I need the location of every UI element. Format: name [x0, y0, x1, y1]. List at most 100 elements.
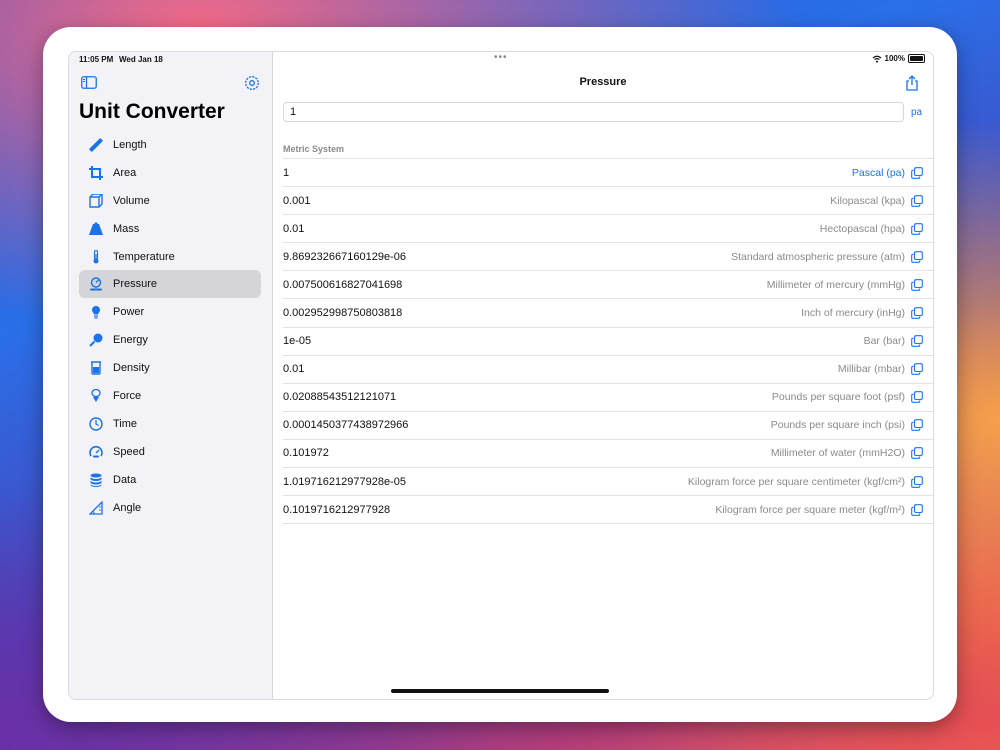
- unit-selector-button[interactable]: pa: [911, 107, 922, 118]
- copy-icon[interactable]: [911, 222, 923, 235]
- conversion-row[interactable]: 0.0001450377438972966 Pounds per square …: [283, 412, 933, 440]
- sidebar-item-force[interactable]: Force: [79, 382, 261, 410]
- conversion-row[interactable]: 0.02088543512121071 Pounds per square fo…: [283, 384, 933, 412]
- copy-icon[interactable]: [911, 335, 923, 347]
- conversion-row[interactable]: 1e-05 Bar (bar): [283, 328, 933, 356]
- conversion-row[interactable]: 0.01 Hectopascal (hpa): [283, 215, 933, 244]
- sidebar-item-speed[interactable]: Speed: [79, 438, 261, 466]
- sidebar-item-label: Data: [113, 473, 137, 486]
- conversion-value: 0.007500616827041698: [283, 278, 403, 291]
- sidebar-item-label: Length: [113, 138, 147, 151]
- conversion-unit: Kilogram force per square centimeter (kg…: [687, 475, 905, 488]
- conversion-unit: Inch of mercury (inHg): [801, 307, 905, 320]
- sidebar-item-label: Energy: [113, 334, 148, 347]
- conversion-unit: Millimeter of mercury (mmHg): [766, 278, 905, 291]
- sidebar-item-energy[interactable]: Energy: [79, 326, 261, 354]
- copy-icon[interactable]: [911, 475, 923, 488]
- conversion-value: 1: [283, 166, 290, 179]
- bolt-icon: [79, 333, 113, 347]
- copy-icon[interactable]: [911, 419, 923, 432]
- sidebar-item-label: Angle: [113, 501, 142, 514]
- conversion-value: 1.019716212977928e-05: [283, 475, 406, 488]
- copy-icon[interactable]: [911, 279, 923, 291]
- share-icon[interactable]: [905, 75, 919, 96]
- conversion-row[interactable]: 0.007500616827041698 Millimeter of mercu…: [283, 271, 933, 300]
- sidebar-item-label: Power: [113, 306, 145, 319]
- clock-icon: [79, 417, 113, 431]
- sidebar-item-label: Mass: [113, 222, 140, 235]
- conversion-row[interactable]: 9.869232667160129e-06 Standard atmospher…: [283, 243, 933, 272]
- sidebar-item-label: Temperature: [113, 250, 175, 263]
- conversion-row[interactable]: 1.019716212977928e-05 Kilogram force per…: [283, 468, 933, 497]
- gauge-icon: [79, 277, 113, 291]
- thermometer-icon: [79, 249, 113, 264]
- battery-icon: [908, 54, 925, 63]
- sidebar-item-length[interactable]: Length: [79, 131, 261, 159]
- conversion-row[interactable]: 1 Pascal (pa): [283, 159, 933, 188]
- detail-pane: Pressure pa Metric System 1 Pascal (pa): [273, 52, 933, 699]
- status-time: 11:05 PM: [79, 55, 114, 64]
- sidebar-item-angle[interactable]: Angle: [79, 494, 261, 522]
- copy-icon[interactable]: [911, 363, 923, 376]
- force-icon: [79, 388, 113, 403]
- sidebar-item-label: Pressure: [113, 278, 158, 291]
- multitasking-dots-icon[interactable]: •••: [494, 52, 508, 63]
- conversion-value: 0.01: [283, 363, 305, 376]
- status-date: Wed Jan 18: [119, 55, 163, 64]
- conversion-value: 0.1019716212977928: [283, 503, 391, 516]
- conversion-unit: Standard atmospheric pressure (atm): [731, 250, 905, 263]
- conversion-unit: Millibar (mbar): [837, 363, 905, 376]
- sidebar-item-power[interactable]: Power: [79, 298, 261, 326]
- sidebar-toggle-icon[interactable]: [81, 76, 97, 94]
- sidebar-item-label: Force: [113, 389, 142, 402]
- battery-percent: 100%: [884, 54, 905, 63]
- sidebar-item-volume[interactable]: Volume: [79, 187, 261, 215]
- copy-icon[interactable]: [911, 503, 923, 516]
- home-indicator[interactable]: [391, 689, 609, 693]
- sidebar-item-label: Density: [113, 362, 150, 375]
- conversion-row[interactable]: 0.101972 Millimeter of water (mmH2O): [283, 440, 933, 469]
- copy-icon[interactable]: [911, 391, 923, 404]
- status-right: 100%: [872, 54, 925, 63]
- ipad-screen: 11:05 PM Wed Jan 18 ••• 100% Unit Conver…: [68, 51, 934, 700]
- sidebar-item-data[interactable]: Data: [79, 466, 261, 494]
- copy-icon[interactable]: [911, 447, 923, 460]
- conversion-row[interactable]: 0.01 Millibar (mbar): [283, 356, 933, 384]
- conversion-unit: Pascal (pa): [851, 166, 905, 179]
- conversion-value: 0.001: [283, 194, 311, 207]
- sidebar-item-area[interactable]: Area: [79, 159, 261, 187]
- wifi-icon: [872, 55, 881, 63]
- sidebar-item-time[interactable]: Time: [79, 410, 261, 438]
- sidebar-item-density[interactable]: Density: [79, 354, 261, 382]
- angle-icon: [79, 500, 113, 515]
- status-bar: 11:05 PM Wed Jan 18 ••• 100%: [69, 52, 933, 66]
- conversion-unit: Millimeter of water (mmH2O): [770, 447, 905, 460]
- conversion-row[interactable]: 0.0029529987508038​18 Inch of mercury (i…: [283, 299, 933, 328]
- value-input[interactable]: [283, 102, 904, 122]
- beaker-icon: [79, 361, 113, 375]
- cube-icon: [79, 193, 113, 208]
- conversion-list: 1 Pascal (pa) 0.001 Kilopascal (kpa) 0.0…: [283, 158, 933, 525]
- app-title: Unit Converter: [79, 100, 225, 123]
- speedometer-icon: [79, 445, 113, 459]
- page-title: Pressure: [579, 76, 627, 88]
- copy-icon[interactable]: [911, 166, 923, 179]
- conversion-row[interactable]: 0.1019716212977928 Kilogram force per sq…: [283, 496, 933, 525]
- conversion-row[interactable]: 0.001 Kilopascal (kpa): [283, 187, 933, 216]
- ipad-frame: 11:05 PM Wed Jan 18 ••• 100% Unit Conver…: [43, 27, 957, 722]
- copy-icon[interactable]: [911, 194, 923, 207]
- copy-icon[interactable]: [911, 250, 923, 263]
- ruler-icon: [79, 138, 113, 152]
- sidebar-item-mass[interactable]: Mass: [79, 215, 261, 243]
- copy-icon[interactable]: [911, 307, 923, 319]
- settings-gear-icon[interactable]: [244, 75, 260, 96]
- scale-icon: [79, 222, 113, 236]
- sidebar-item-label: Time: [113, 417, 138, 430]
- crop-icon: [79, 165, 113, 180]
- sidebar-item-temperature[interactable]: Temperature: [79, 243, 261, 271]
- category-list: Length Area Volume Mass Temperature Pres…: [79, 131, 261, 521]
- conversion-unit: Pounds per square foot (psf): [771, 391, 905, 404]
- sidebar-item-pressure[interactable]: Pressure: [79, 270, 261, 299]
- bulb-icon: [79, 305, 113, 319]
- conversion-value: 0.101972: [283, 447, 329, 460]
